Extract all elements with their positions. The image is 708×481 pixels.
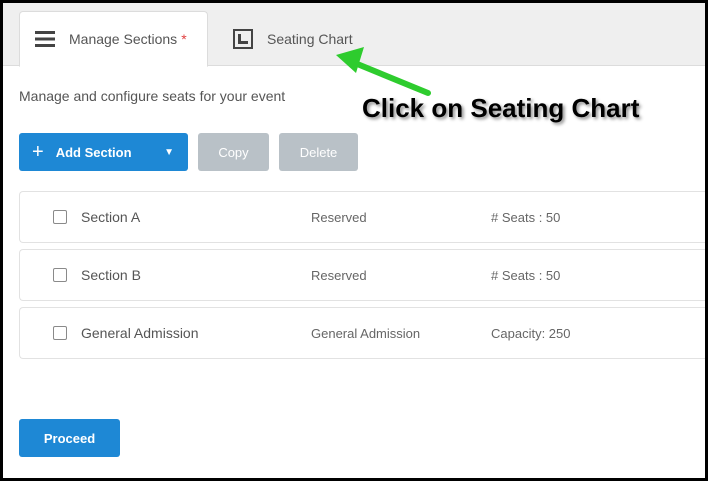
add-section-label: Add Section [55,144,132,160]
section-capacity: Capacity: 250 [491,325,571,341]
section-type: Reserved [311,267,367,283]
section-checkbox[interactable] [53,326,67,340]
proceed-button[interactable]: Proceed [19,419,120,457]
section-name: Section A [81,209,141,225]
screenshot-frame: Manage Sections * Seating Chart Click on… [0,0,708,481]
copy-button[interactable]: Copy [198,133,269,171]
page-subtitle: Manage and configure seats for your even… [19,88,286,104]
caret-down-icon[interactable]: ▼ [164,147,174,158]
required-marker: * [181,31,187,47]
delete-button[interactable]: Delete [279,133,358,171]
section-row[interactable]: Section A Reserved # Seats : 50 [19,191,705,243]
annotation-text: Click on Seating Chart [362,93,640,123]
section-capacity: # Seats : 50 [491,267,561,283]
section-name: General Admission [81,325,199,341]
menu-icon [35,30,55,48]
section-checkbox[interactable] [53,268,67,282]
section-row[interactable]: General Admission General Admission Capa… [19,307,705,359]
section-capacity: # Seats : 50 [491,209,561,225]
section-list: Section A Reserved # Seats : 50 Section … [19,191,705,365]
section-type: Reserved [311,209,367,225]
section-type: General Admission [311,325,421,341]
tab-manage-sections[interactable]: Manage Sections * [19,11,208,67]
section-name: Section B [81,267,141,283]
section-row[interactable]: Section B Reserved # Seats : 50 [19,249,705,301]
chart-icon [233,29,253,49]
add-section-button[interactable]: + Add Section ▼ [19,133,188,171]
section-checkbox[interactable] [53,210,67,224]
section-toolbar: + Add Section ▼ Copy Delete [19,133,358,171]
tab-manage-sections-label: Manage Sections [69,31,178,47]
plus-icon: + [32,141,44,163]
